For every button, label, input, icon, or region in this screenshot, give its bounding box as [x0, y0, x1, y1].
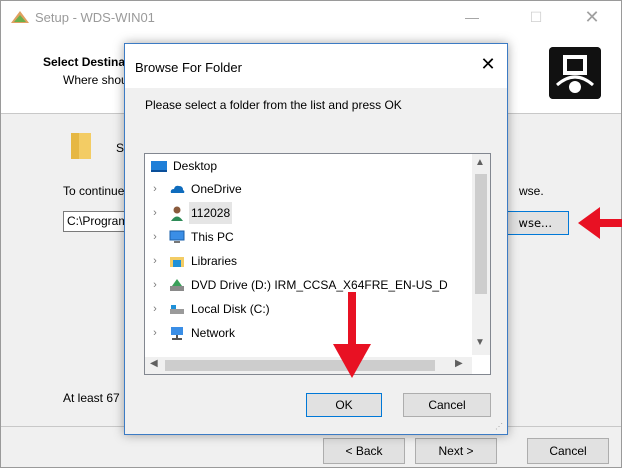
- maximize-button[interactable]: ☐: [521, 7, 551, 27]
- scroll-left-icon[interactable]: ◀: [150, 358, 158, 369]
- tree-item-network[interactable]: › Network: [145, 322, 473, 344]
- chevron-right-icon[interactable]: ›: [149, 226, 161, 248]
- setup-title: Setup - WDS-WIN01: [35, 10, 155, 25]
- next-button[interactable]: Next >: [415, 438, 497, 464]
- browse-folder-dialog: Browse For Folder ✕ Please select a fold…: [124, 43, 508, 435]
- user-icon: [171, 206, 183, 221]
- network-icon: [171, 327, 183, 340]
- local-disk-icon: [170, 305, 184, 314]
- tree-item-label: Libraries: [191, 254, 238, 268]
- chevron-right-icon[interactable]: ›: [149, 298, 161, 320]
- dialog-titlebar: Browse For Folder ✕: [125, 44, 507, 88]
- tree-item-label: OneDrive: [191, 182, 242, 196]
- dialog-cancel-button[interactable]: Cancel: [403, 393, 491, 417]
- close-button[interactable]: ✕: [577, 7, 607, 27]
- setup-logo-icon: [549, 47, 601, 99]
- cancel-button[interactable]: Cancel: [527, 438, 609, 464]
- tree-item-libraries[interactable]: › Libraries: [145, 250, 473, 272]
- scroll-down-icon[interactable]: ▼: [475, 337, 485, 348]
- back-button[interactable]: < Back: [323, 438, 405, 464]
- chevron-right-icon[interactable]: ›: [149, 322, 161, 344]
- chevron-right-icon[interactable]: ›: [149, 178, 161, 200]
- tree-item-user[interactable]: › 112028: [145, 202, 473, 224]
- folder-tree[interactable]: Desktop › OneDrive › 112028 › This PC › …: [144, 153, 491, 375]
- libraries-icon: [170, 257, 184, 267]
- vertical-scroll-thumb[interactable]: [475, 174, 487, 294]
- tree-item-dvd-drive[interactable]: › DVD Drive (D:) IRM_CCSA_X64FRE_EN-US_D: [145, 274, 473, 296]
- chevron-right-icon[interactable]: ›: [149, 250, 161, 272]
- horizontal-scroll-thumb[interactable]: [165, 360, 435, 371]
- ok-button[interactable]: OK: [306, 393, 382, 417]
- onedrive-icon: [170, 185, 185, 193]
- arrow-down-icon: [333, 292, 371, 378]
- horizontal-scrollbar[interactable]: ◀ ▶: [145, 357, 472, 374]
- page-subtitle: Where should WDS-WIN01 be installed?: [63, 73, 125, 87]
- tree-item-onedrive[interactable]: › OneDrive: [145, 178, 473, 200]
- dialog-instruction: Please select a folder from the list and…: [145, 98, 402, 112]
- disk-space-text: At least 67: [63, 391, 120, 405]
- vertical-scrollbar[interactable]: ▲ ▼: [472, 154, 490, 355]
- setup-app-icon: [11, 11, 29, 23]
- continue-text: To continue, click Next.: [63, 184, 125, 198]
- this-pc-icon: [169, 230, 185, 243]
- tree-item-desktop[interactable]: Desktop: [145, 155, 473, 177]
- tree-item-label: This PC: [191, 230, 234, 244]
- scroll-up-icon[interactable]: ▲: [475, 157, 485, 168]
- tree-item-label: DVD Drive (D:) IRM_CCSA_X64FRE_EN-US_D: [191, 278, 448, 292]
- dialog-title: Browse For Folder: [135, 60, 242, 75]
- desktop-icon: [151, 161, 167, 172]
- tree-item-label: Local Disk (C:): [191, 302, 270, 316]
- setup-titlebar: Setup - WDS-WIN01 — ☐ ✕: [1, 1, 621, 33]
- tree-item-this-pc[interactable]: › This PC: [145, 226, 473, 248]
- resize-grip-icon[interactable]: ⋰: [495, 422, 505, 432]
- tree-item-label: Desktop: [173, 159, 218, 173]
- destination-path-input[interactable]: C:\Program Files: [63, 211, 125, 232]
- chevron-right-icon[interactable]: ›: [149, 202, 161, 224]
- tree-item-local-disk[interactable]: › Local Disk (C:): [145, 298, 473, 320]
- tree-item-label: 112028: [189, 202, 233, 224]
- tree-item-label: Network: [191, 326, 236, 340]
- dvd-drive-icon: [170, 279, 184, 291]
- chevron-right-icon[interactable]: ›: [149, 274, 161, 296]
- continue-text-tail: wse.: [519, 184, 544, 198]
- folder-icon: [71, 133, 91, 159]
- minimize-button[interactable]: —: [457, 7, 487, 27]
- dialog-close-button[interactable]: ✕: [478, 54, 498, 75]
- scroll-right-icon[interactable]: ▶: [455, 358, 463, 369]
- arrow-left-icon: [578, 207, 622, 239]
- page-title: Select Destination Location: [43, 55, 125, 69]
